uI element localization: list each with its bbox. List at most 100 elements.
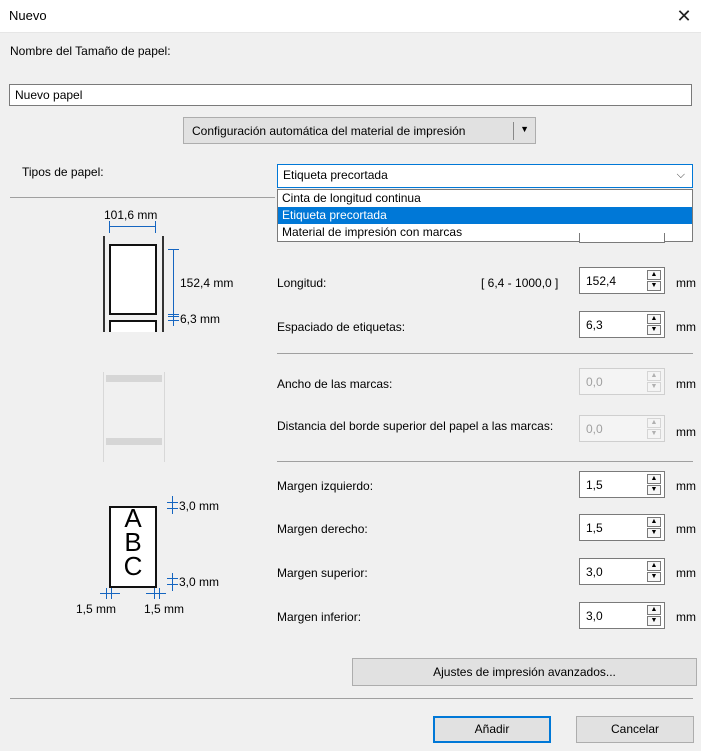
bottom-margin-unit: mm	[676, 610, 696, 624]
left-margin-dimension-text: 1,5 mm	[76, 602, 117, 616]
spin-down-icon[interactable]: ▼	[647, 281, 661, 291]
spin-up-icon[interactable]: ▲	[647, 270, 661, 280]
chevron-down-icon[interactable]: ⌵	[677, 169, 685, 182]
length-unit: mm	[676, 276, 696, 290]
left-margin-dimension-line	[100, 593, 120, 594]
spin-down-icon[interactable]: ▼	[647, 325, 661, 335]
dropdown-option-die-cut[interactable]: Etiqueta precortada	[278, 207, 692, 224]
right-margin-label: Margen derecho:	[277, 522, 368, 536]
width-tick-right	[155, 221, 156, 233]
right-margin-tick-1	[154, 588, 155, 599]
mark-bar-bottom	[106, 438, 162, 445]
close-icon[interactable]: ✕	[673, 5, 695, 27]
width-dimension-line	[109, 226, 155, 227]
mark-width-value: 0,0	[586, 375, 603, 389]
right-margin-dimension-line	[146, 593, 166, 594]
paper-name-label: Nombre del Tamaño de papel:	[10, 44, 171, 58]
split-divider	[513, 122, 514, 140]
top-margin-tick-2	[167, 508, 178, 509]
length-dimension-text: 152,4 mm	[180, 276, 234, 290]
right-margin-value: 1,5	[586, 521, 603, 535]
spacing-input[interactable]: 6,3 ▲ ▼	[579, 311, 665, 338]
sample-letter-c: C	[123, 551, 143, 581]
bottom-margin-tick-2	[167, 584, 178, 585]
right-margin-unit: mm	[676, 522, 696, 536]
spin-up-icon[interactable]: ▲	[647, 474, 661, 484]
next-label-shape	[109, 320, 157, 332]
length-value: 152,4	[586, 274, 617, 288]
bottom-margin-input[interactable]: 3,0 ▲ ▼	[579, 602, 665, 629]
left-margin-value: 1,5	[586, 478, 603, 492]
width-dimension-text: 101,6 mm	[104, 208, 158, 222]
top-margin-dimension-text: 3,0 mm	[179, 499, 220, 513]
dropdown-arrow-icon[interactable]: ▼	[520, 124, 529, 134]
length-range: [ 6,4 - 1000,0 ]	[481, 276, 559, 290]
roll-edge-right	[162, 236, 164, 332]
left-margin-tick-1	[106, 588, 107, 599]
mark-distance-input[interactable]: 0,0 ▲ ▼	[579, 415, 665, 442]
sample-text: A B C	[120, 505, 146, 581]
top-margin-dimension-line	[172, 496, 173, 514]
footer-divider	[10, 698, 693, 699]
length-tick-top	[168, 249, 179, 250]
mark-bar-top	[106, 375, 162, 382]
left-margin-label: Margen izquierdo:	[277, 479, 374, 493]
spin-up-icon[interactable]: ▲	[647, 605, 661, 615]
width-tick-left	[109, 221, 110, 233]
spin-down-icon: ▼	[647, 429, 661, 439]
divider-2	[277, 461, 693, 462]
auto-config-label: Configuración automática del material de…	[192, 124, 466, 138]
spin-down-icon[interactable]: ▼	[647, 485, 661, 495]
spin-down-icon[interactable]: ▼	[647, 528, 661, 538]
cancel-button[interactable]: Cancelar	[576, 716, 694, 743]
spin-up-icon[interactable]: ▲	[647, 517, 661, 527]
left-margin-unit: mm	[676, 479, 696, 493]
title-bar	[0, 0, 701, 33]
right-margin-input[interactable]: 1,5 ▲ ▼	[579, 514, 665, 541]
mark-width-unit: mm	[676, 377, 696, 391]
roll-edge-left	[103, 236, 105, 332]
spin-down-icon: ▼	[647, 382, 661, 392]
window-title: Nuevo	[9, 8, 47, 23]
length-input[interactable]: 152,4 ▲ ▼	[579, 267, 665, 294]
add-button[interactable]: Añadir	[433, 716, 551, 743]
top-margin-input[interactable]: 3,0 ▲ ▼	[579, 558, 665, 585]
mark-width-input[interactable]: 0,0 ▲ ▼	[579, 368, 665, 395]
gap-dimension-text: 6,3 mm	[180, 312, 221, 326]
paper-type-label: Tipos de papel:	[22, 165, 104, 179]
left-margin-input[interactable]: 1,5 ▲ ▼	[579, 471, 665, 498]
left-margin-tick-2	[111, 588, 112, 599]
top-margin-unit: mm	[676, 566, 696, 580]
paper-type-selected: Etiqueta precortada	[283, 168, 388, 182]
spacing-label: Espaciado de etiquetas:	[277, 320, 406, 334]
mark-distance-unit: mm	[676, 425, 696, 439]
bottom-margin-dimension-line	[172, 573, 173, 591]
auto-config-button[interactable]: Configuración automática del material de…	[183, 117, 536, 144]
bottom-margin-value: 3,0	[586, 609, 603, 623]
bottom-margin-label: Margen inferior:	[277, 610, 362, 624]
right-margin-tick-2	[159, 588, 160, 599]
advanced-settings-button[interactable]: Ajustes de impresión avanzados...	[352, 658, 697, 686]
section-divider	[10, 197, 275, 198]
paper-name-input[interactable]: Nuevo papel	[9, 84, 692, 106]
bottom-margin-tick-1	[167, 578, 178, 579]
spin-down-icon[interactable]: ▼	[647, 572, 661, 582]
spin-down-icon[interactable]: ▼	[647, 616, 661, 626]
mark-paper-outline	[103, 372, 165, 462]
spacing-value: 6,3	[586, 318, 603, 332]
length-label: Longitud:	[277, 276, 327, 290]
top-margin-value: 3,0	[586, 565, 603, 579]
dropdown-option-continuous[interactable]: Cinta de longitud continua	[278, 190, 692, 207]
divider-1	[277, 353, 693, 354]
top-margin-tick-1	[167, 502, 178, 503]
paper-type-select[interactable]: Etiqueta precortada ⌵	[277, 164, 693, 188]
spacing-unit: mm	[676, 320, 696, 334]
spin-up-icon: ▲	[647, 371, 661, 381]
mark-distance-value: 0,0	[586, 422, 603, 436]
spin-up-icon[interactable]: ▲	[647, 314, 661, 324]
length-dimension-line	[173, 249, 174, 315]
gap-dimension-line	[173, 312, 174, 326]
mark-distance-label: Distancia del borde superior del papel a…	[277, 419, 554, 433]
spin-up-icon: ▲	[647, 418, 661, 428]
spin-up-icon[interactable]: ▲	[647, 561, 661, 571]
